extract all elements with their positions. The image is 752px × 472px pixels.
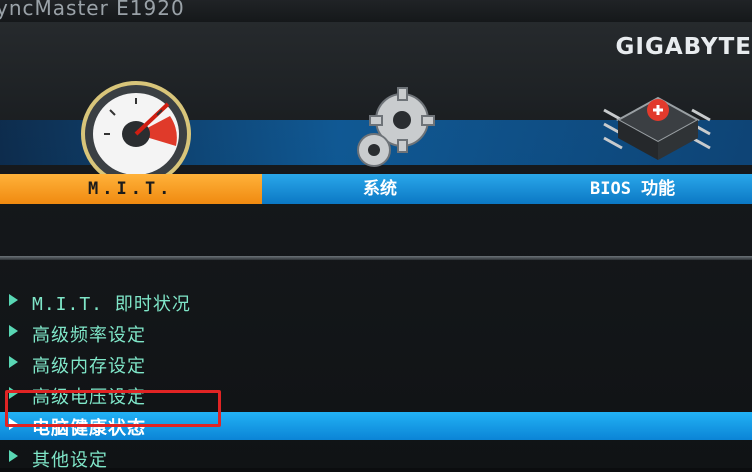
gears-icon (357, 87, 435, 167)
arrow-right-icon (9, 325, 18, 337)
speedometer-icon (81, 81, 191, 187)
menu-item-label: 高级频率设定 (32, 325, 146, 346)
menu-item-advanced-frequency[interactable]: 高级频率设定 (0, 319, 752, 347)
tab-mit-label[interactable]: M.I.T. (88, 174, 173, 204)
arrow-right-icon (9, 294, 18, 306)
section-divider (0, 256, 752, 260)
menu-item-label: 高级内存设定 (32, 356, 146, 377)
arrow-right-icon (9, 356, 18, 368)
menu-item-advanced-memory[interactable]: 高级内存设定 (0, 350, 752, 378)
menu-item-mit-status[interactable]: M.I.T. 即时状况 (0, 288, 752, 316)
monitor-bezel: yncMaster E1920 (0, 0, 752, 22)
brand-logo: GIGABYTE (615, 34, 752, 60)
tab-bios-features-label[interactable]: BIOS 功能 (590, 174, 675, 204)
tab-system-label[interactable]: 系统 (363, 174, 397, 204)
arrow-right-icon (9, 450, 18, 462)
monitor-model-label: yncMaster E1920 (0, 0, 185, 20)
chip-icon (603, 96, 711, 160)
menu-item-label: M.I.T. 即时状况 (32, 294, 191, 315)
menu-item-label: 其他设定 (32, 450, 108, 471)
annotation-highlight-box (5, 390, 221, 427)
